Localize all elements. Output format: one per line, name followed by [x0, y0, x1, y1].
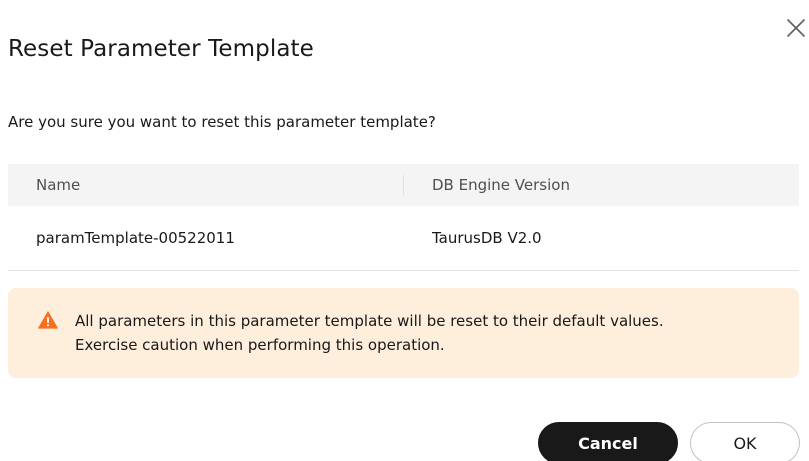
cell-template-name: paramTemplate-00522011	[36, 229, 235, 247]
column-header-db-engine-version: DB Engine Version	[432, 176, 570, 194]
warning-alert: All parameters in this parameter templat…	[8, 288, 799, 378]
warning-line-2: Exercise caution when performing this op…	[75, 336, 445, 354]
warning-icon	[38, 311, 58, 329]
column-divider	[403, 175, 404, 195]
cell-db-engine-version: TaurusDB V2.0	[432, 229, 542, 247]
template-table: Name DB Engine Version paramTemplate-005…	[8, 164, 799, 271]
dialog-title: Reset Parameter Template	[8, 36, 314, 62]
ok-button[interactable]: OK	[690, 422, 800, 461]
close-button[interactable]	[784, 16, 808, 40]
warning-line-1: All parameters in this parameter templat…	[75, 312, 664, 330]
table-row: paramTemplate-00522011 TaurusDB V2.0	[8, 206, 799, 271]
cancel-button[interactable]: Cancel	[538, 422, 678, 461]
warning-message: All parameters in this parameter templat…	[75, 309, 664, 357]
table-header: Name DB Engine Version	[8, 164, 799, 206]
close-icon	[787, 19, 805, 37]
reset-template-dialog: Reset Parameter Template Are you sure yo…	[0, 0, 809, 461]
confirm-message: Are you sure you want to reset this para…	[8, 113, 436, 131]
column-header-name: Name	[36, 176, 81, 194]
